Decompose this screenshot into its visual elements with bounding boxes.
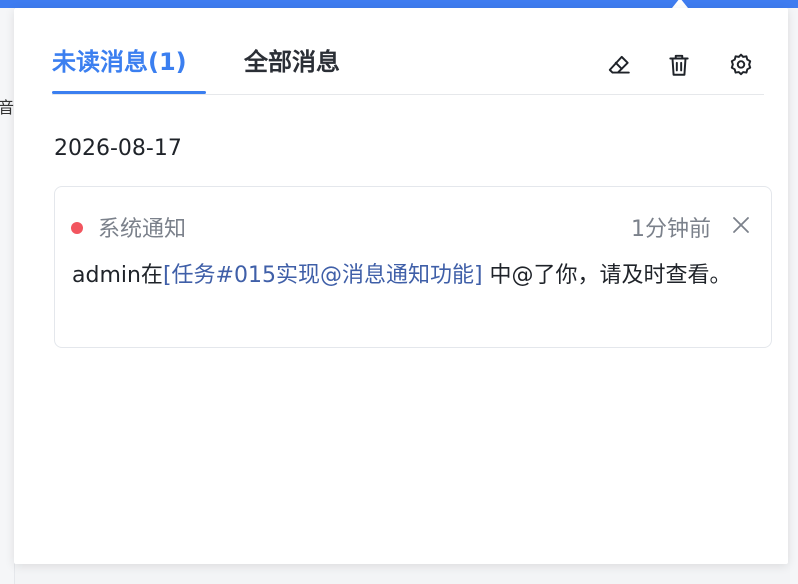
popover-caret [672, 0, 688, 8]
tab-unread[interactable]: 未读消息(1) [52, 44, 206, 94]
notification-card[interactable]: 系统通知 1分钟前 admin在[任务#015实现@消息通知功能] 中@了你，请… [54, 186, 772, 348]
eraser-icon[interactable] [604, 50, 634, 80]
background-text: 音 [0, 98, 15, 117]
date-group-label: 2026-08-17 [54, 136, 182, 161]
notification-message: admin在[任务#015实现@消息通知功能] 中@了你，请及时查看。 [72, 257, 760, 295]
top-nav-bar [0, 0, 798, 8]
notification-time: 1分钟前 [631, 217, 711, 242]
gear-icon[interactable] [726, 50, 756, 80]
tab-all[interactable]: 全部消息 [244, 44, 364, 92]
task-link[interactable]: [任务#015实现@消息通知功能] [163, 263, 483, 288]
trash-icon[interactable] [664, 50, 694, 80]
background-page-right [790, 8, 798, 584]
close-icon[interactable] [729, 213, 753, 237]
message-suffix: 中@了你，请及时查看。 [482, 263, 732, 288]
unread-dot [71, 222, 83, 234]
notification-popover: 未读消息(1) 全部消息 2026-08-17 系统通知 1分钟前 admin在… [14, 8, 788, 564]
background-page-left: 音 [0, 8, 15, 584]
notification-source: 系统通知 [98, 217, 187, 242]
notification-tabs: 未读消息(1) 全部消息 [52, 44, 764, 95]
message-prefix: admin在 [72, 263, 163, 288]
